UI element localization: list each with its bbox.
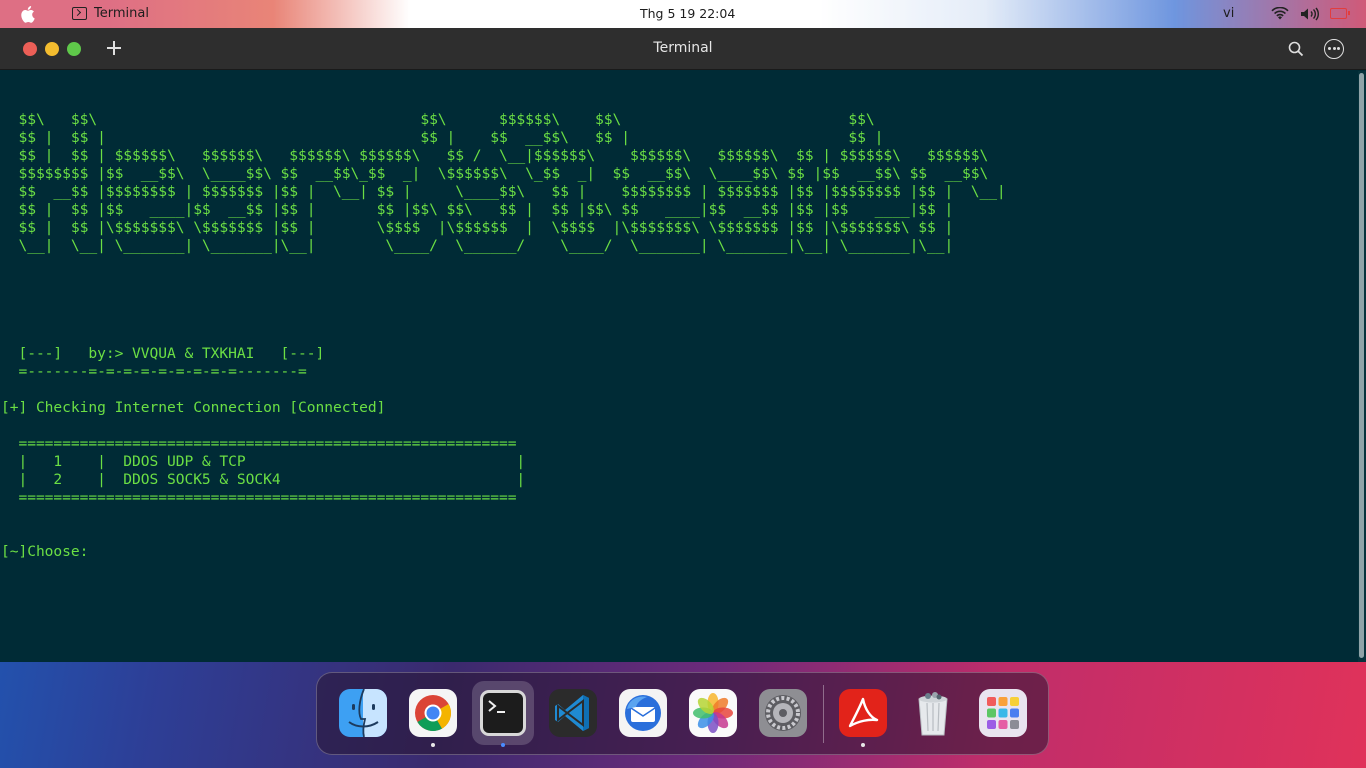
trash-icon[interactable] (907, 687, 959, 739)
settings-icon[interactable] (757, 687, 809, 739)
scrollbar-thumb[interactable] (1359, 73, 1364, 658)
clock[interactable]: Thg 5 19 22:04 (640, 6, 735, 21)
acrobat-icon[interactable] (837, 687, 889, 739)
window-title: Terminal (653, 40, 713, 56)
running-indicator (431, 743, 435, 747)
photos-icon[interactable] (687, 687, 739, 739)
notification-dot (745, 11, 752, 18)
thunderbird-icon[interactable] (617, 687, 669, 739)
minimize-button[interactable] (45, 42, 59, 56)
terminal-line: ========================================… (1, 489, 517, 506)
terminal-scrollbar[interactable] (1358, 71, 1366, 662)
terminal-line: | 2 | DDOS SOCK5 & SOCK4 | (1, 471, 526, 488)
terminal-line: $$$$$$$$ |$$ __$$\ \____$$\ $$ __$$\_$$ … (1, 165, 989, 182)
terminal-output[interactable]: $$\ $$\ $$\ $$$$$$\ $$\ $$\ $$ | $$ | $$… (0, 71, 1358, 662)
search-icon[interactable] (1286, 39, 1306, 59)
terminal-line: $$ | $$ | $$$$$$\ $$$$$$\ $$$$$$\ $$$$$$… (1, 147, 989, 164)
wifi-icon[interactable] (1271, 7, 1289, 21)
terminal-line: $$ | $$ |$$ ____|$$ __$$ |$$ | $$ |$$\ $… (1, 201, 954, 218)
terminal-window: Terminal $$\ $$\ $$\ $$$$$$\ $$\ $$\ $$ … (0, 28, 1366, 662)
terminal-line: $$ __$$ |$$$$$$$$ | $$$$$$$ |$$ | \__| $… (1, 183, 1006, 200)
finder-icon[interactable] (337, 687, 389, 739)
running-indicator (861, 743, 865, 747)
volume-icon[interactable] (1300, 7, 1320, 21)
window-titlebar[interactable]: Terminal (0, 28, 1366, 70)
terminal-text: $$\ $$\ $$\ $$$$$$\ $$\ $$\ $$ | $$ | $$… (1, 111, 1006, 561)
dock (316, 672, 1049, 755)
terminal-line: $$ | $$ |\$$$$$$$\ \$$$$$$$ |$$ | \$$$$ … (1, 219, 954, 236)
terminal-line: ========================================… (1, 435, 517, 452)
input-language-indicator[interactable]: vi (1223, 6, 1234, 21)
top-menubar: Terminal Thg 5 19 22:04 vi (0, 0, 1366, 28)
running-indicator (501, 743, 505, 747)
new-tab-button[interactable] (104, 38, 124, 58)
terminal-line: $$\ $$\ $$\ $$$$$$\ $$\ $$\ (1, 111, 875, 128)
terminal-line: \__| \__| \_______| \_______|\__| \____/… (1, 237, 954, 254)
terminal-icon[interactable] (477, 687, 529, 739)
apple-icon[interactable] (20, 5, 36, 23)
terminal-line: [---] by:> VVQUA & TXKHAI [---] (1, 345, 325, 362)
launchpad-icon[interactable] (977, 687, 1029, 739)
terminal-line: =-------=-=-=-=-=-=-=-=-=-------= (1, 363, 307, 380)
battery-icon[interactable] (1330, 8, 1350, 19)
chrome-icon[interactable] (407, 687, 459, 739)
more-options-icon[interactable] (1324, 39, 1344, 59)
dock-separator (823, 685, 824, 743)
terminal-line: [+] Checking Internet Connection [Connec… (1, 399, 386, 416)
terminal-app-icon (72, 7, 87, 20)
terminal-line: $$ | $$ | $$ | $$ __$$\ $$ | $$ | (1, 129, 884, 146)
terminal-line: | 1 | DDOS UDP & TCP | (1, 453, 526, 470)
vscode-icon[interactable] (547, 687, 599, 739)
maximize-button[interactable] (67, 42, 81, 56)
active-app-name[interactable]: Terminal (94, 6, 149, 21)
terminal-line: [~]Choose: (1, 543, 98, 560)
close-button[interactable] (23, 42, 37, 56)
